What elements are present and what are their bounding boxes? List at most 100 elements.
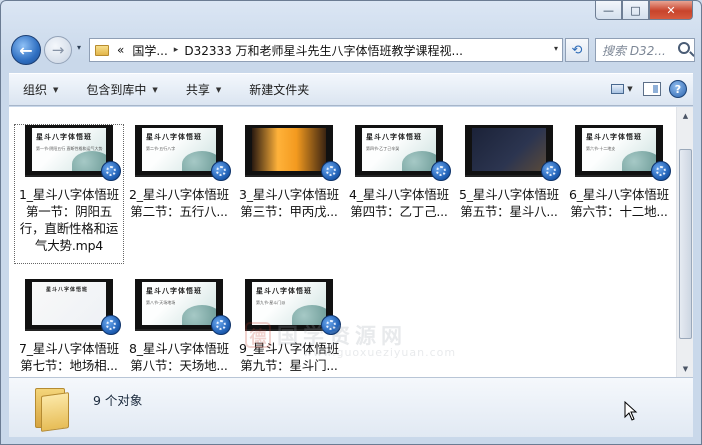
thumbnail-title: 星斗八字体悟班 — [146, 132, 202, 141]
thumbnail-title: 星斗八字体悟班 — [36, 132, 92, 141]
file-name-line2: 第五节：星斗八... — [460, 204, 558, 219]
media-player-icon — [431, 161, 451, 181]
file-item-9[interactable]: 星斗八字体悟班第九节·星斗门派 9_星斗八字体悟班 第九节：星斗门... — [235, 279, 343, 374]
file-name-line1: 3_星斗八字体悟班 — [239, 187, 339, 202]
video-thumbnail — [245, 125, 341, 181]
file-item-7[interactable]: 星斗八字体悟班 7_星斗八字体悟班 第七节：地场相... — [15, 279, 123, 374]
folder-icon — [95, 44, 109, 56]
media-player-icon — [101, 161, 121, 181]
folder-icon — [31, 386, 71, 432]
search-input[interactable]: 搜索 D32... — [595, 38, 695, 62]
preview-pane-icon[interactable] — [643, 82, 661, 96]
thumbnail-subtitle: 第二节·五行八字 — [146, 146, 176, 151]
view-controls: ▼ ? — [609, 79, 687, 99]
scrollbar-thumb[interactable] — [679, 149, 692, 339]
file-item-6[interactable]: 星斗八字体悟班第六节·十二地支 6_星斗八字体悟班 第六节：十二地... — [565, 125, 673, 220]
close-button[interactable]: ✕ — [649, 1, 693, 20]
media-player-icon — [321, 315, 341, 335]
thumbnail-subtitle: 第六节·十二地支 — [586, 146, 616, 151]
video-thumbnail: 星斗八字体悟班 — [25, 279, 121, 335]
media-player-icon — [651, 161, 671, 181]
file-name-line1: 9_星斗八字体悟班 — [239, 341, 339, 356]
details-pane: 9 个对象 — [9, 377, 693, 437]
video-thumbnail: 星斗八字体悟班第八节·天场地场 — [135, 279, 231, 335]
maximize-button[interactable]: □ — [622, 1, 649, 20]
explorer-window: — □ ✕ ← → ▾ « 国学... ▸ D32333 万和老师星斗先生八字体… — [0, 0, 702, 445]
change-view-button[interactable]: ▼ — [609, 79, 635, 99]
organize-menu[interactable]: 组织 ▼ — [9, 74, 72, 105]
media-player-icon — [211, 161, 231, 181]
file-item-4[interactable]: 星斗八字体悟班 第四节·乙丁己辛癸 4_星斗八字体悟班 第四节：乙丁己... — [345, 125, 453, 220]
file-name-line2: 第八节：天场地... — [130, 358, 228, 373]
file-name: 1_星斗八字体悟班第一节：阴阳五行，直断性格和运气大势.mp4 — [19, 187, 119, 253]
chevron-down-icon: ▼ — [627, 85, 633, 93]
file-name-line2: 第三节：甲丙戊... — [240, 204, 338, 219]
file-item-8[interactable]: 星斗八字体悟班第八节·天场地场 8_星斗八字体悟班 第八节：天场地... — [125, 279, 233, 374]
minimize-button[interactable]: — — [595, 1, 622, 20]
media-player-icon — [541, 161, 561, 181]
media-player-icon — [321, 161, 341, 181]
organize-label: 组织 — [23, 83, 48, 97]
video-thumbnail: 星斗八字体悟班第九节·星斗门派 — [245, 279, 341, 335]
share-menu[interactable]: 共享 ▼ — [172, 74, 235, 105]
item-count: 9 个对象 — [93, 393, 143, 408]
file-name-line1: 7_星斗八字体悟班 — [19, 341, 119, 356]
window-controls: — □ ✕ — [595, 1, 693, 20]
include-library-label: 包含到库中 — [86, 83, 147, 97]
file-name-line2: 第七节：地场相... — [20, 358, 118, 373]
file-name-line1: 2_星斗八字体悟班 — [129, 187, 229, 202]
back-button[interactable]: ← — [11, 35, 41, 65]
video-thumbnail — [465, 125, 561, 181]
scroll-down-icon[interactable]: ▼ — [677, 360, 694, 377]
media-player-icon — [211, 315, 231, 335]
new-folder-button[interactable]: 新建文件夹 — [235, 74, 323, 105]
video-thumbnail: 星斗八字体悟班第六节·十二地支 — [575, 125, 671, 181]
thumbnail-subtitle: 第四节·乙丁己辛癸 — [366, 146, 400, 151]
chevron-down-icon: ▼ — [152, 85, 158, 94]
breadcrumb-item-current[interactable]: D32333 万和老师星斗先生八字体悟班教学课程视... — [184, 42, 463, 59]
file-name-line1: 4_星斗八字体悟班 — [349, 187, 449, 202]
search-placeholder: 搜索 D32... — [602, 43, 666, 58]
file-list[interactable]: 星斗八字体悟班 第一节·阴阳五行 直断性格和运气大势 1_星斗八字体悟班第一节：阴… — [9, 107, 676, 377]
breadcrumb-item-guoxue[interactable]: 国学... — [132, 42, 167, 59]
thumbnail-title: 星斗八字体悟班 — [46, 287, 89, 293]
file-name-line2: 第九节：星斗门... — [240, 358, 338, 373]
file-item-3[interactable]: 3_星斗八字体悟班 第三节：甲丙戊... — [235, 125, 343, 220]
file-item-2[interactable]: 星斗八字体悟班第二节·五行八字 2_星斗八字体悟班 第二节：五行八... — [125, 125, 233, 220]
breadcrumb-overflow[interactable]: « — [117, 43, 124, 57]
video-thumbnail: 星斗八字体悟班第四节·乙丁己辛癸 — [355, 125, 451, 181]
file-name-line2: 第六节：十二地... — [570, 204, 668, 219]
navigation-bar: ← → ▾ « 国学... ▸ D32333 万和老师星斗先生八字体悟班教学课程… — [9, 33, 695, 67]
help-button[interactable]: ? — [669, 80, 687, 98]
file-name-line2: 第二节：五行八... — [130, 204, 228, 219]
search-icon[interactable] — [678, 42, 690, 54]
new-folder-label: 新建文件夹 — [249, 83, 310, 97]
refresh-button[interactable]: ⟲ — [565, 38, 589, 62]
breadcrumb-separator-icon[interactable]: ▸ — [174, 45, 179, 55]
video-thumbnail: 星斗八字体悟班第二节·五行八字 — [135, 125, 231, 181]
share-label: 共享 — [185, 83, 210, 97]
include-library-menu[interactable]: 包含到库中 ▼ — [72, 74, 171, 105]
thumbnail-title: 星斗八字体悟班 — [146, 286, 202, 295]
file-name-line1: 5_星斗八字体悟班 — [459, 187, 559, 202]
view-icon — [611, 84, 625, 94]
thumbnail-title: 星斗八字体悟班 — [256, 286, 312, 295]
thumbnail-subtitle: 第八节·天场地场 — [146, 300, 176, 305]
address-bar[interactable]: « 国学... ▸ D32333 万和老师星斗先生八字体悟班教学课程视... ▾ — [89, 38, 563, 62]
forward-button[interactable]: → — [44, 36, 72, 64]
chevron-down-icon: ▼ — [53, 85, 59, 94]
vertical-scrollbar[interactable]: ▲ ▼ — [676, 107, 693, 377]
thumbnail-subtitle: 第九节·星斗门派 — [256, 300, 286, 305]
address-dropdown-icon[interactable]: ▾ — [554, 44, 558, 53]
file-name-line1: 6_星斗八字体悟班 — [569, 187, 669, 202]
chevron-down-icon: ▼ — [215, 85, 222, 94]
file-item-1[interactable]: 星斗八字体悟班 第一节·阴阳五行 直断性格和运气大势 1_星斗八字体悟班第一节：阴… — [14, 124, 124, 264]
thumbnail-title: 星斗八字体悟班 — [366, 132, 422, 141]
video-thumbnail: 星斗八字体悟班 第一节·阴阳五行 直断性格和运气大势 — [25, 125, 121, 181]
thumbnail-title: 星斗八字体悟班 — [586, 132, 642, 141]
scroll-up-icon[interactable]: ▲ — [677, 107, 694, 124]
recent-pages-dropdown[interactable]: ▾ — [77, 43, 81, 52]
file-item-5[interactable]: 5_星斗八字体悟班 第五节：星斗八... — [455, 125, 563, 220]
file-name-line1: 8_星斗八字体悟班 — [129, 341, 229, 356]
media-player-icon — [101, 315, 121, 335]
